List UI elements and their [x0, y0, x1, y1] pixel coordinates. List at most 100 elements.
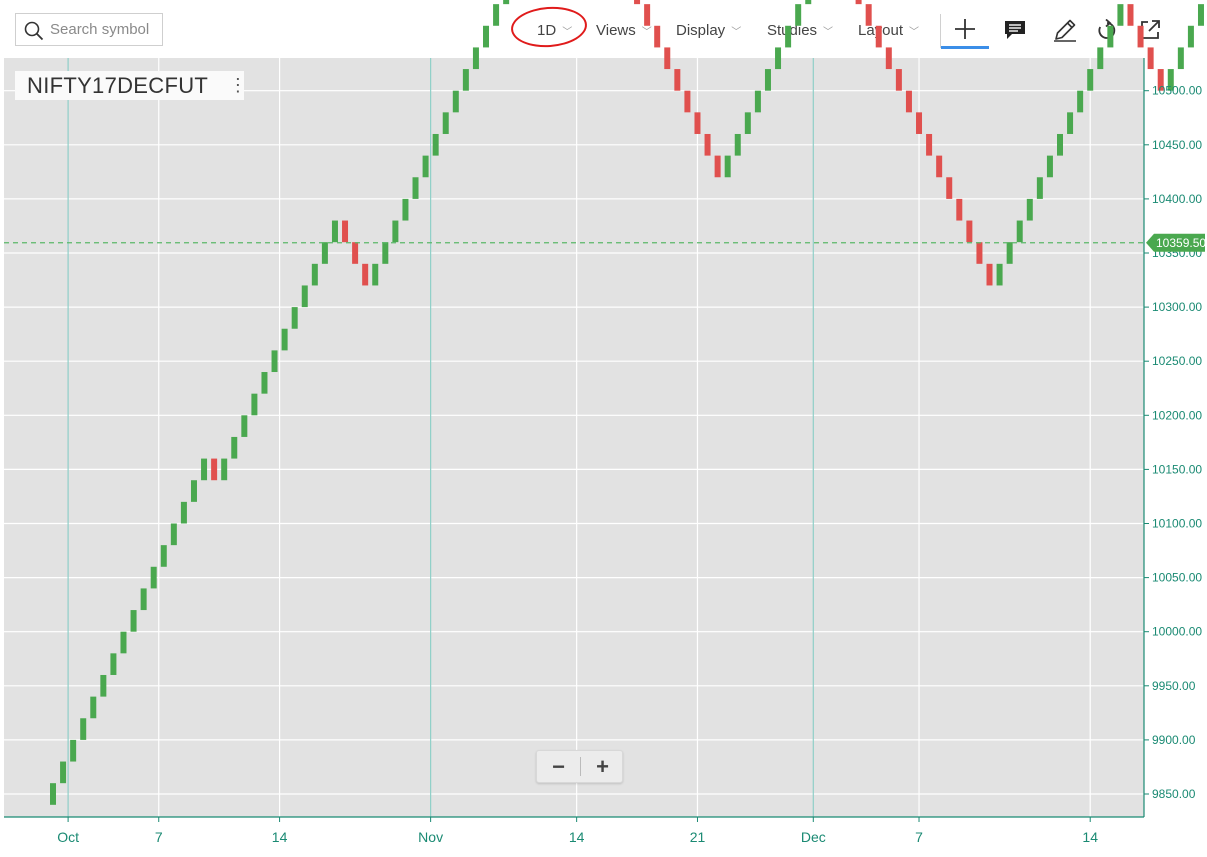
renko-brick-up [1026, 198, 1033, 221]
symbol-label[interactable]: NIFTY17DECFUT ⋮ [15, 71, 247, 100]
renko-brick-down [342, 220, 349, 243]
last-price-label: 10359.50 [1156, 236, 1206, 250]
renko-brick-up [140, 588, 147, 611]
renko-brick-up [271, 350, 278, 373]
renko-brick-up [160, 545, 167, 567]
renko-brick-down [352, 242, 359, 264]
kebab-menu-icon[interactable]: ⋮ [227, 71, 249, 100]
x-tick-label: 7 [915, 829, 923, 845]
y-tick-label: 10200.00 [1152, 408, 1202, 422]
y-tick-label: 10250.00 [1152, 354, 1202, 368]
renko-brick-up [744, 112, 751, 134]
renko-brick-up [372, 263, 379, 286]
renko-brick-up [231, 436, 238, 459]
renko-brick-down [1127, 4, 1134, 26]
y-tick-label: 10450.00 [1152, 138, 1202, 152]
renko-brick-up [190, 480, 197, 502]
minus-icon: − [552, 753, 565, 779]
renko-brick-down [211, 458, 218, 481]
renko-brick-down [926, 133, 933, 156]
renko-brick-up [150, 566, 157, 589]
renko-brick-down [905, 90, 912, 113]
renko-brick-up [251, 393, 258, 416]
renko-brick-up [321, 242, 328, 264]
renko-brick-up [1016, 220, 1023, 243]
renko-brick-up [1036, 177, 1043, 199]
zoom-out-button[interactable]: − [537, 751, 580, 782]
renko-brick-down [946, 177, 953, 199]
renko-brick-down [956, 198, 963, 221]
renko-brick-down [674, 69, 681, 91]
renko-brick-down [634, 0, 641, 5]
renko-brick-up [50, 783, 56, 805]
renko-brick-up [472, 47, 479, 70]
zoom-controls: − + [536, 750, 623, 783]
x-tick-label: 14 [569, 829, 585, 845]
renko-brick-up [392, 220, 399, 243]
renko-brick-up [422, 155, 429, 178]
renko-brick-up [170, 523, 177, 546]
renko-brick-down [966, 220, 973, 243]
y-tick-label: 9850.00 [1152, 787, 1196, 801]
renko-brick-up [503, 0, 510, 5]
renko-chart: 9850.00 9900.00 9950.00 10000.00 10050.00 101… [4, 0, 1206, 845]
renko-brick-up [452, 90, 459, 113]
renko-brick-down [855, 0, 862, 5]
y-tick-label: 10150.00 [1152, 462, 1202, 476]
renko-brick-down [362, 263, 369, 286]
renko-brick-up [1107, 25, 1114, 48]
renko-brick-up [110, 653, 117, 675]
renko-brick-up [180, 501, 187, 524]
x-tick-label: 14 [1082, 829, 1098, 845]
symbol-name: NIFTY17DECFUT [27, 72, 209, 98]
renko-brick-up [412, 177, 419, 199]
renko-brick-up [70, 739, 77, 762]
x-tick-label: Dec [801, 829, 826, 845]
renko-brick-up [795, 4, 802, 26]
y-tick-label: 10100.00 [1152, 517, 1202, 531]
renko-brick-down [644, 4, 651, 26]
renko-brick-up [1087, 69, 1094, 91]
renko-brick-up [442, 112, 449, 134]
renko-brick-up [483, 25, 490, 48]
renko-brick-down [986, 263, 993, 286]
renko-brick-up [764, 69, 771, 91]
x-tick-label: 21 [690, 829, 706, 845]
renko-brick-up [60, 761, 67, 784]
y-tick-label: 10300.00 [1152, 300, 1202, 314]
renko-brick-up [1187, 25, 1194, 48]
renko-brick-up [734, 133, 741, 156]
renko-brick-up [100, 674, 107, 697]
renko-brick-up [80, 718, 87, 740]
renko-brick-down [704, 133, 711, 156]
y-tick-label: 9900.00 [1152, 733, 1196, 747]
renko-brick-up [754, 90, 761, 113]
renko-brick-down [865, 4, 872, 26]
renko-brick-up [120, 631, 127, 654]
renko-brick-down [936, 155, 943, 178]
renko-brick-down [1147, 47, 1154, 70]
y-tick-label: 10500.00 [1152, 84, 1202, 98]
renko-brick-up [1197, 4, 1204, 26]
renko-brick-up [775, 47, 782, 70]
renko-brick-up [311, 263, 318, 286]
x-tick-label: 14 [272, 829, 288, 845]
renko-brick-down [664, 47, 671, 70]
renko-brick-up [1046, 155, 1053, 178]
renko-brick-up [493, 4, 500, 26]
renko-brick-up [90, 696, 97, 719]
renko-brick-up [1006, 242, 1013, 264]
renko-brick-up [724, 155, 731, 178]
renko-brick-up [805, 0, 812, 5]
renko-brick-up [301, 285, 308, 308]
renko-brick-up [241, 415, 248, 437]
renko-brick-down [976, 242, 983, 264]
renko-brick-up [1117, 4, 1124, 26]
renko-brick-down [916, 112, 923, 134]
renko-brick-up [261, 372, 268, 394]
renko-brick-up [432, 133, 439, 156]
renko-brick-up [201, 458, 208, 481]
zoom-in-button[interactable]: + [581, 751, 624, 782]
renko-brick-down [885, 47, 892, 70]
renko-brick-down [714, 155, 721, 178]
